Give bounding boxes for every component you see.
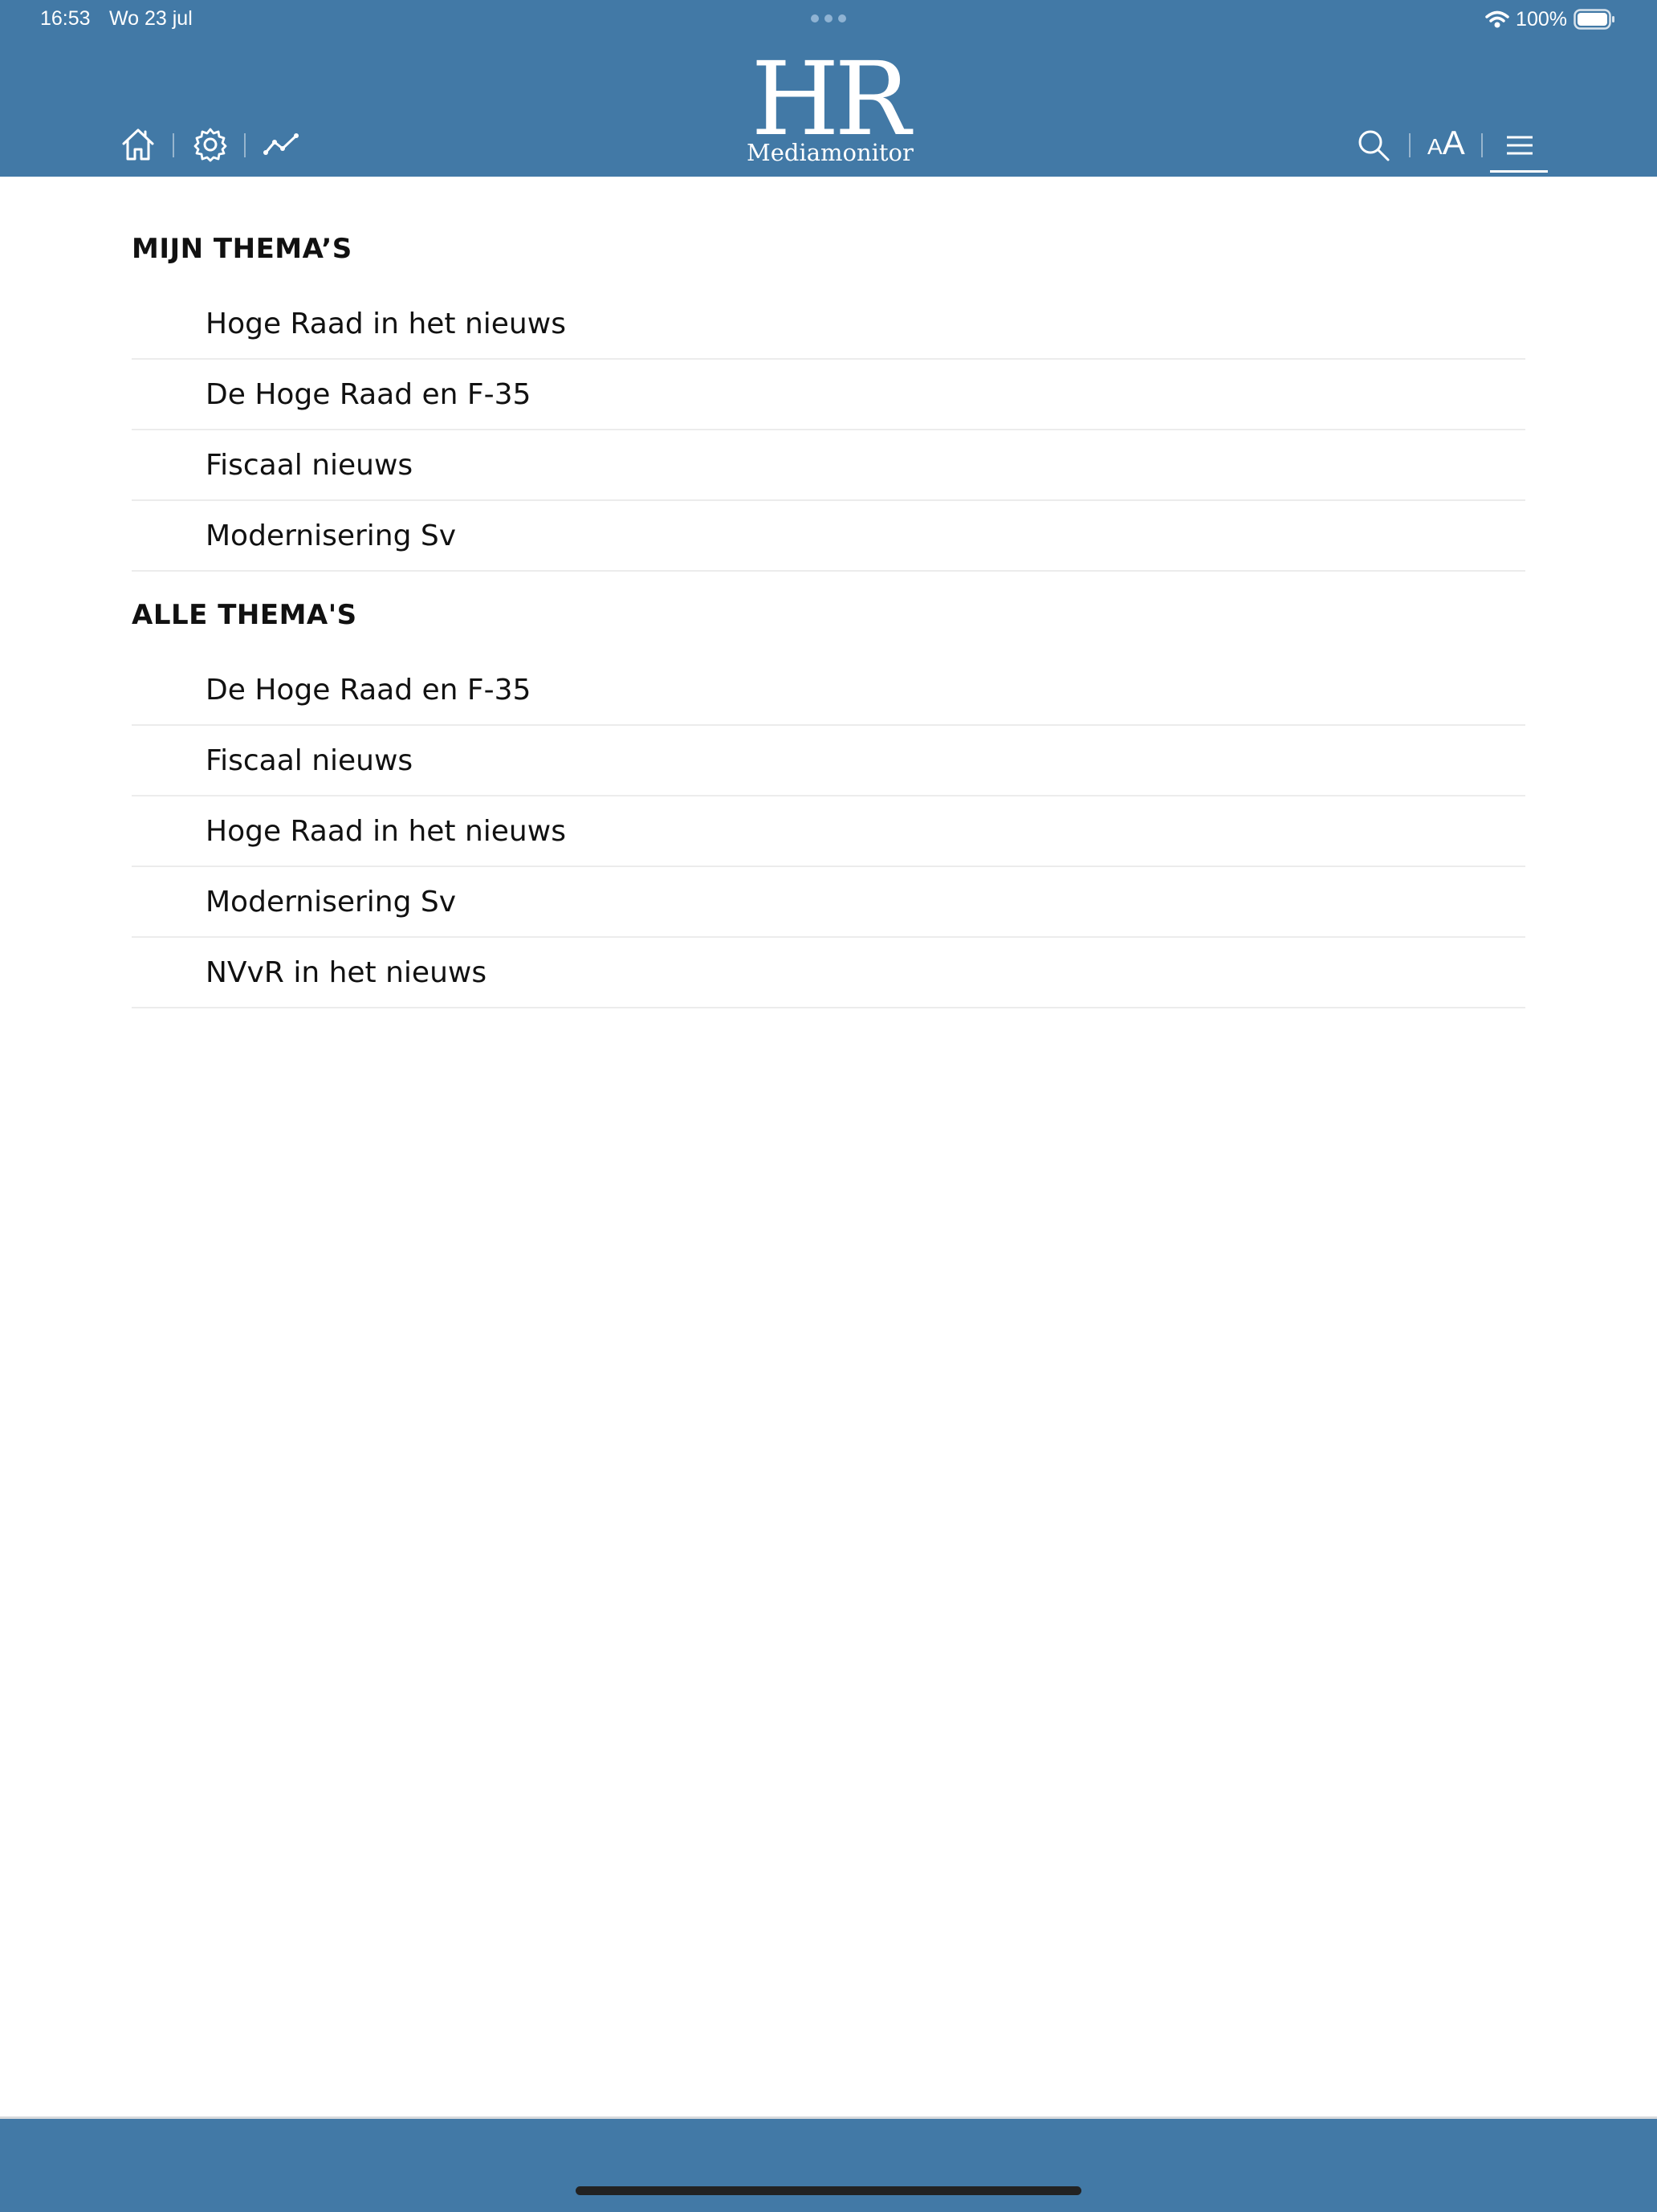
themes-menu: MIJN THEMA’S Hoge Raad in het nieuws De … [132,217,1525,1008]
home-icon[interactable] [120,127,156,162]
theme-item[interactable]: Fiscaal nieuws [132,726,1525,796]
header-separator [1409,133,1411,157]
font-size-small-label: A [1427,134,1443,159]
theme-item[interactable]: Hoge Raad in het nieuws [132,289,1525,360]
bottom-toolbar [0,2116,1657,2212]
trend-icon[interactable] [263,132,299,157]
header-separator [1481,133,1483,157]
theme-item[interactable]: Fiscaal nieuws [132,430,1525,501]
hamburger-menu-icon[interactable] [1506,135,1533,156]
menu-active-indicator [1490,170,1548,173]
multitasking-dots-icon[interactable] [811,14,846,22]
theme-item[interactable]: NVvR in het nieuws [132,938,1525,1008]
status-time: 16:53 [40,7,91,30]
home-indicator[interactable] [576,2186,1081,2195]
wifi-icon [1485,10,1509,28]
status-indicators: 100% [1485,5,1615,34]
logo-subtitle: Mediamonitor [747,139,914,166]
gear-icon[interactable] [193,127,228,162]
battery-percentage: 100% [1516,7,1567,31]
section-title-alle-themas: ALLE THEMA'S [132,599,357,631]
font-size-button[interactable]: AA [1427,124,1465,164]
font-size-big-label: A [1442,124,1465,161]
app-header: 16:53 Wo 23 jul 100% HR Mediamonitor AA [0,0,1657,177]
hr-mediamonitor-logo: HR Mediamonitor [747,40,914,166]
section-title-mijn-themas: MIJN THEMA’S [132,233,352,265]
status-date: Wo 23 jul [109,7,193,30]
theme-item[interactable]: Modernisering Sv [132,867,1525,938]
theme-item[interactable]: De Hoge Raad en F-35 [132,360,1525,430]
theme-item[interactable]: Hoge Raad in het nieuws [132,796,1525,867]
theme-item[interactable]: Modernisering Sv [132,501,1525,572]
logo-main: HR [751,40,911,158]
battery-icon [1574,9,1614,30]
search-icon[interactable] [1357,128,1390,162]
header-separator [173,133,174,157]
theme-item[interactable]: De Hoge Raad en F-35 [132,655,1525,726]
header-separator [244,133,246,157]
